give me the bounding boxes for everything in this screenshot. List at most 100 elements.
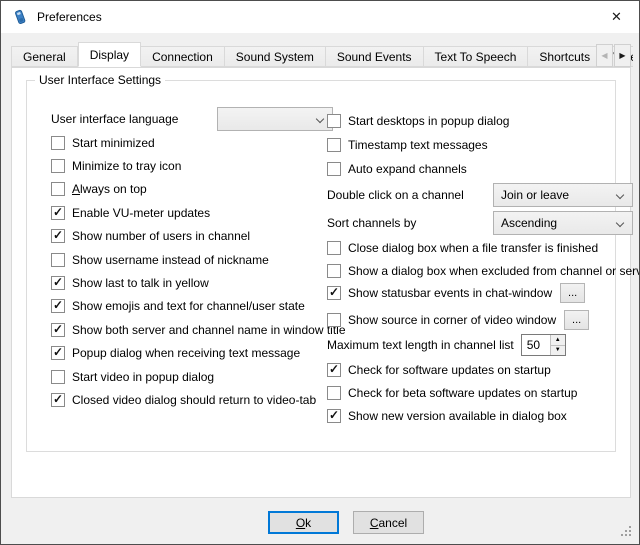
checkbox-label: Auto expand channels	[348, 162, 467, 176]
statusbar-events-row[interactable]: Show statusbar events in chat-window ...	[327, 283, 633, 303]
tab-shortcuts[interactable]: Shortcuts	[528, 46, 602, 67]
last-to-talk-row[interactable]: Show last to talk in yellow	[51, 271, 337, 294]
checkbox-label: Show new version available in dialog box	[348, 409, 567, 423]
checkbox-label: Closed video dialog should return to vid…	[72, 393, 316, 407]
file-transfer-close-row[interactable]: Close dialog box when a file transfer is…	[327, 240, 633, 256]
resize-grip[interactable]	[621, 526, 633, 538]
always-on-top-row[interactable]: Always on top	[51, 178, 337, 201]
checkbox[interactable]	[327, 114, 341, 128]
video-source-more-button[interactable]: ...	[564, 310, 589, 330]
accesskey: O	[296, 516, 305, 530]
spinner-buttons: ▲ ▼	[550, 335, 565, 355]
checkbox-label: Check for software updates on startup	[348, 363, 551, 377]
software-updates-row[interactable]: Check for software updates on startup	[327, 362, 633, 378]
checkbox[interactable]	[51, 276, 65, 290]
checkbox-label: Check for beta software updates on start…	[348, 386, 577, 400]
checkbox-label: Show statusbar events in chat-window	[348, 286, 552, 300]
close-button[interactable]: ✕	[594, 1, 639, 32]
tab-sound-system[interactable]: Sound System	[225, 46, 326, 67]
user-interface-settings-group: User Interface Settings User interface l…	[26, 80, 616, 452]
language-label: User interface language	[51, 112, 178, 126]
tab-label: Display	[90, 48, 129, 62]
checkbox[interactable]	[327, 162, 341, 176]
sort-channels-select[interactable]: Ascending	[493, 211, 633, 235]
right-column: Start desktops in popup dialog Timestamp…	[327, 113, 633, 424]
checkbox[interactable]	[51, 299, 65, 313]
label-rest: ancel	[378, 516, 407, 530]
new-version-dialog-row[interactable]: Show new version available in dialog box	[327, 408, 633, 424]
double-click-value: Join or leave	[501, 188, 569, 202]
tab-label: Connection	[152, 50, 213, 64]
ok-button[interactable]: Ok	[268, 511, 339, 534]
tab-label: Text To Speech	[435, 50, 517, 64]
emojis-row[interactable]: Show emojis and text for channel/user st…	[51, 295, 337, 318]
double-click-row: Double click on a channel Join or leave	[327, 183, 633, 207]
chevron-down-icon	[616, 191, 624, 199]
video-source-corner-row[interactable]: Show source in corner of video window ..…	[327, 310, 633, 330]
popup-text-message-row[interactable]: Popup dialog when receiving text message	[51, 342, 337, 365]
accesskey: A	[72, 182, 80, 196]
checkbox-label: Start minimized	[72, 136, 155, 150]
checkbox[interactable]	[51, 323, 65, 337]
checkbox[interactable]	[51, 206, 65, 220]
cancel-button[interactable]: Cancel	[353, 511, 424, 534]
window-title: Preferences	[37, 10, 102, 24]
desktops-popup-row[interactable]: Start desktops in popup dialog	[327, 113, 633, 129]
tab-general[interactable]: General	[11, 46, 78, 67]
dialog-footer: Ok Cancel	[268, 511, 424, 534]
show-username-row[interactable]: Show username instead of nickname	[51, 248, 337, 271]
tab-connection[interactable]: Connection	[141, 46, 225, 67]
statusbar-events-more-button[interactable]: ...	[560, 283, 585, 303]
checkbox[interactable]	[327, 264, 341, 278]
start-minimized-row[interactable]: Start minimized	[51, 131, 337, 154]
spin-up-icon[interactable]: ▲	[551, 335, 565, 346]
tab-text-to-speech[interactable]: Text To Speech	[424, 46, 529, 67]
checkbox-label: Always on top	[72, 182, 147, 196]
max-text-length-label: Maximum text length in channel list	[327, 338, 514, 352]
checkbox[interactable]	[51, 136, 65, 150]
window-title-row[interactable]: Show both server and channel name in win…	[51, 318, 337, 341]
chevron-down-icon	[316, 115, 324, 123]
auto-expand-row[interactable]: Auto expand channels	[327, 161, 633, 177]
double-click-select[interactable]: Join or leave	[493, 183, 633, 207]
tab-display[interactable]: Display	[78, 42, 141, 67]
minimize-to-tray-row[interactable]: Minimize to tray icon	[51, 154, 337, 177]
timestamp-row[interactable]: Timestamp text messages	[327, 137, 633, 153]
tab-sound-events[interactable]: Sound Events	[326, 46, 424, 67]
checkbox-label: Start desktops in popup dialog	[348, 114, 509, 128]
tab-scroll-left-icon[interactable]: ◀	[596, 44, 613, 67]
checkbox[interactable]	[327, 386, 341, 400]
checkbox[interactable]	[327, 138, 341, 152]
vu-meter-row[interactable]: Enable VU-meter updates	[51, 201, 337, 224]
checkbox[interactable]	[51, 393, 65, 407]
checkbox[interactable]	[327, 313, 341, 327]
checkbox-label: Show number of users in channel	[72, 229, 250, 243]
checkbox[interactable]	[327, 241, 341, 255]
tab-scroll-right-icon[interactable]: ▶	[614, 44, 631, 67]
checkbox[interactable]	[51, 229, 65, 243]
titlebar[interactable]: Preferences ✕	[1, 1, 639, 33]
checkbox[interactable]	[51, 182, 65, 196]
beta-updates-row[interactable]: Check for beta software updates on start…	[327, 385, 633, 401]
show-user-count-row[interactable]: Show number of users in channel	[51, 225, 337, 248]
max-text-length-row: Maximum text length in channel list 50 ▲…	[327, 334, 633, 356]
checkbox[interactable]	[327, 286, 341, 300]
checkbox-label: Popup dialog when receiving text message	[72, 346, 300, 360]
excluded-dialog-row[interactable]: Show a dialog box when excluded from cha…	[327, 263, 633, 279]
checkbox[interactable]	[51, 159, 65, 173]
label-rest: lways on top	[80, 182, 147, 196]
checkbox-label: Show a dialog box when excluded from cha…	[348, 264, 640, 278]
checkbox[interactable]	[51, 370, 65, 384]
checkbox-label: Start video in popup dialog	[72, 370, 214, 384]
checkbox[interactable]	[51, 346, 65, 360]
checkbox[interactable]	[327, 363, 341, 377]
checkbox-label: Show username instead of nickname	[72, 253, 269, 267]
video-popup-row[interactable]: Start video in popup dialog	[51, 365, 337, 388]
max-text-length-spinner[interactable]: 50 ▲ ▼	[521, 334, 566, 356]
checkbox-label: Minimize to tray icon	[72, 159, 181, 173]
checkbox[interactable]	[327, 409, 341, 423]
video-tab-return-row[interactable]: Closed video dialog should return to vid…	[51, 388, 337, 411]
checkbox[interactable]	[51, 253, 65, 267]
language-select[interactable]	[217, 107, 333, 131]
spin-down-icon[interactable]: ▼	[551, 346, 565, 356]
